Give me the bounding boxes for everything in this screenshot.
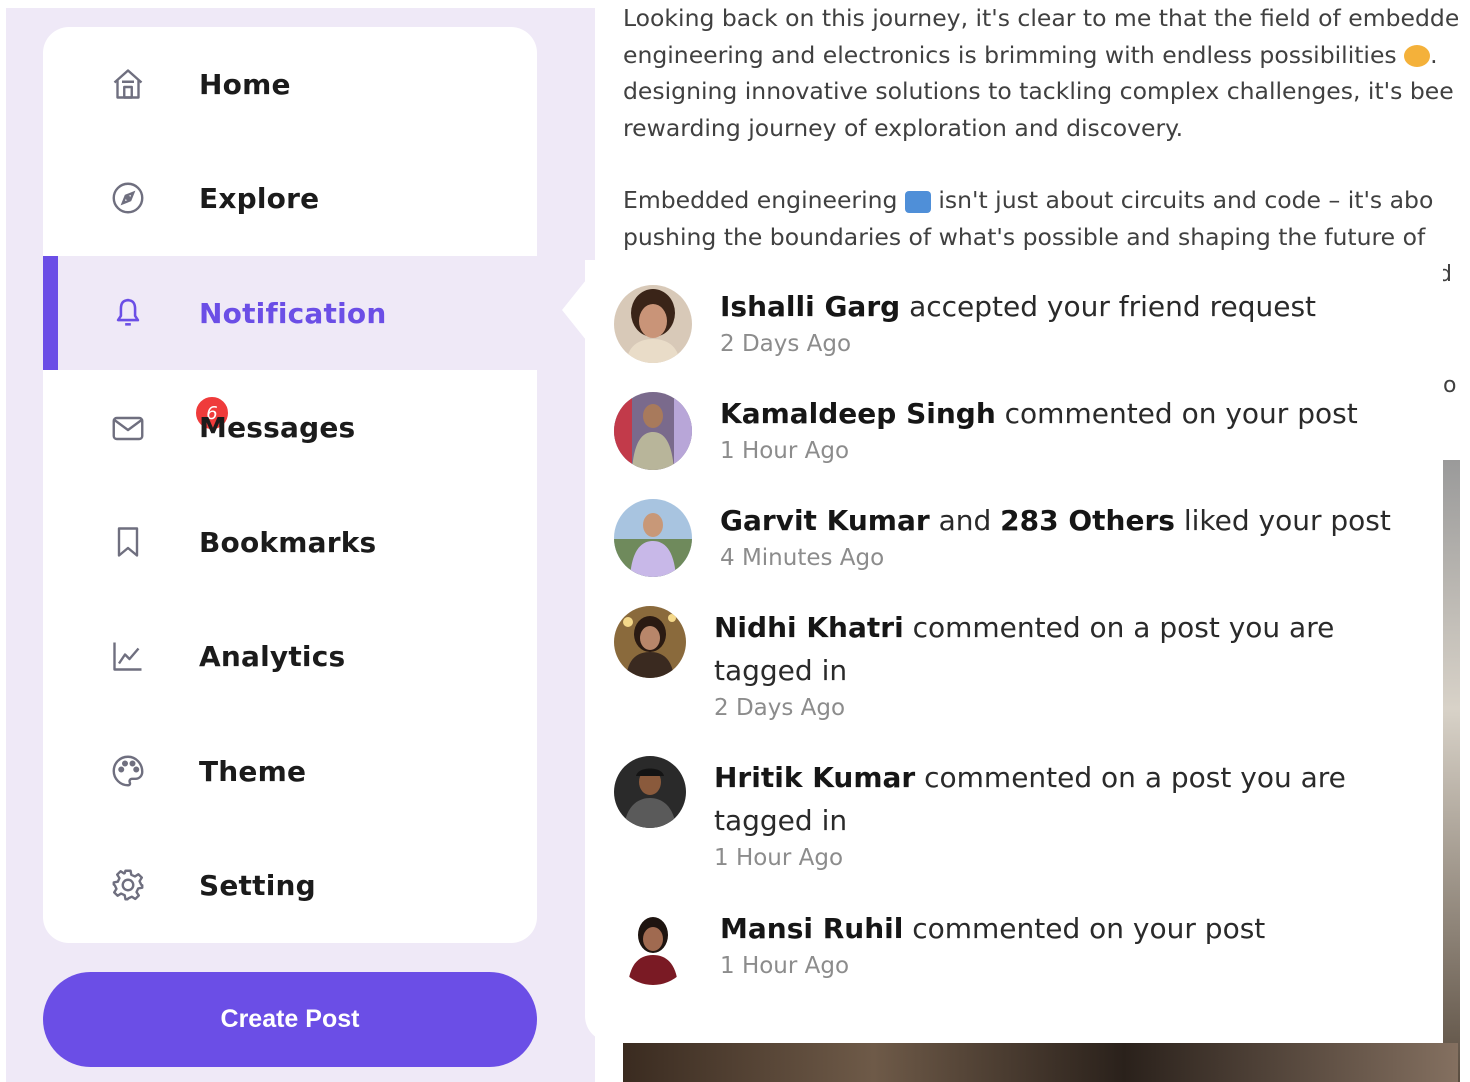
post-line: Looking back on this journey, it's clear… (623, 4, 1458, 32)
post-line: designing innovative solutions to tackli… (623, 77, 1454, 105)
avatar[interactable] (614, 756, 686, 828)
palette-icon (109, 752, 147, 790)
notification-user-name[interactable]: Ishalli Garg (720, 290, 900, 323)
compass-icon (109, 179, 147, 217)
sidebar-item-messages[interactable]: 6 Messages (43, 370, 537, 484)
sidebar-item-label: Theme (199, 754, 307, 788)
sidebar-item-home[interactable]: Home (43, 27, 537, 141)
sidebar-item-label: Bookmarks (199, 525, 377, 559)
notification-text: tagged in (714, 654, 848, 687)
sidebar-item-analytics[interactable]: Analytics (43, 599, 537, 713)
notification-user-name[interactable]: Mansi Ruhil (720, 912, 903, 945)
sidebar-item-setting[interactable]: Setting (43, 828, 537, 942)
post-image[interactable] (623, 1043, 1458, 1082)
home-icon (109, 65, 147, 103)
sidebar-item-notification[interactable]: Notification (43, 256, 537, 370)
notification-time: 1 Hour Ago (714, 845, 844, 871)
notification-text: Garvit Kumar and 283 Others liked your p… (720, 504, 1391, 537)
create-post-button[interactable]: Create Post (43, 972, 537, 1067)
notification-time: 1 Hour Ago (720, 953, 850, 979)
avatar[interactable] (614, 285, 692, 363)
hugging-face-emoji-icon (1404, 45, 1431, 67)
popup-pointer (562, 280, 586, 340)
notification-text: Nidhi Khatri commented on a post you are (714, 611, 1335, 644)
notification-user-name[interactable]: Garvit Kumar (720, 504, 930, 537)
sidebar-item-bookmarks[interactable]: Bookmarks (43, 485, 537, 599)
notification-time: 2 Days Ago (714, 695, 846, 721)
sidebar-item-theme[interactable]: Theme (43, 714, 537, 828)
avatar[interactable] (614, 606, 686, 678)
post-text-fragment: o (1443, 373, 1457, 398)
post-line: engineering and electronics is brimming … (623, 40, 1438, 69)
sidebar-item-label: Notification (199, 296, 387, 330)
sidebar-item-label: Analytics (199, 639, 346, 673)
notification-text: tagged in (714, 804, 848, 837)
post-body: Looking back on this journey, it's clear… (623, 0, 1458, 255)
notification-user-name[interactable]: Nidhi Khatri (714, 611, 904, 644)
gear-icon (109, 866, 147, 904)
sidebar-item-label: Explore (199, 181, 320, 215)
post-image[interactable] (1443, 460, 1460, 1082)
post-line: rewarding journey of exploration and dis… (623, 113, 1184, 142)
sidebar-item-explore[interactable]: Explore (43, 141, 537, 255)
notification-time: 2 Days Ago (720, 331, 852, 357)
notification-text: Hritik Kumar commented on a post you are (714, 761, 1346, 794)
bell-icon (109, 294, 147, 332)
notification-text: Mansi Ruhil commented on your post (720, 912, 1266, 945)
post-line: pushing the boundaries of what's possibl… (623, 222, 1426, 251)
sidebar-item-label: Setting (199, 868, 316, 902)
notification-time: 1 Hour Ago (720, 438, 850, 464)
laptop-emoji-icon (904, 190, 931, 213)
notification-others-count[interactable]: 283 Others (1000, 504, 1175, 537)
avatar[interactable] (614, 499, 692, 577)
mail-icon: 6 (109, 395, 230, 446)
sidebar-item-label: Messages (199, 410, 356, 444)
notification-user-name[interactable]: Hritik Kumar (714, 761, 915, 794)
avatar[interactable] (614, 907, 692, 985)
avatar[interactable] (614, 392, 692, 470)
notification-text: Ishalli Garg accepted your friend reques… (720, 290, 1317, 323)
chart-icon (109, 637, 147, 675)
sidebar-nav: Home Explore Notification 6 Messages Boo… (43, 27, 537, 943)
notification-time: 4 Minutes Ago (720, 545, 885, 571)
notification-user-name[interactable]: Kamaldeep Singh (720, 397, 996, 430)
bookmark-icon (109, 523, 147, 561)
post-line: Embedded engineering isn't just about ci… (623, 186, 1434, 214)
sidebar-item-label: Home (199, 67, 291, 101)
notification-text: Kamaldeep Singh commented on your post (720, 397, 1358, 430)
